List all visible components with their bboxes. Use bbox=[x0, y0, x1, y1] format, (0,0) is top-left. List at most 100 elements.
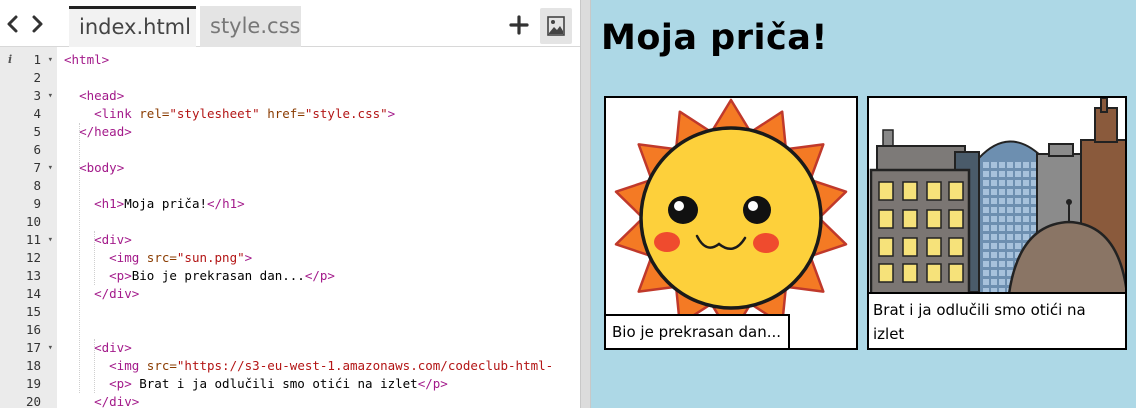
code-line[interactable]: <img src="sun.png"> bbox=[64, 249, 252, 267]
line-number: 10 bbox=[0, 213, 57, 231]
chevron-left-icon[interactable] bbox=[2, 12, 24, 36]
code-token: Bio je prekrasan dan... bbox=[131, 268, 305, 283]
line-number-text: 18 bbox=[25, 358, 41, 373]
code-editor[interactable]: index.html style.css i 1 ▾ 2 3 ▾ 4 5 6 7 ▾ 8 9 10 11 ▾ 1… bbox=[0, 0, 580, 408]
line-number-text: 20 bbox=[25, 394, 41, 408]
line-number: 2 bbox=[0, 69, 57, 87]
line-number-text: 3 bbox=[33, 88, 41, 103]
line-number: 4 bbox=[0, 105, 57, 123]
code-line[interactable]: <p>Bio je prekrasan dan...</p> bbox=[64, 267, 335, 285]
line-number-text: 8 bbox=[33, 178, 41, 193]
code-token: </p> bbox=[417, 376, 448, 391]
line-number-text: 6 bbox=[33, 142, 41, 157]
line-number-text: 4 bbox=[33, 106, 41, 121]
fold-arrow-icon[interactable]: ▾ bbox=[48, 87, 53, 105]
code-line[interactable]: <head> bbox=[64, 87, 124, 105]
editor-tab-bar: index.html style.css bbox=[0, 0, 580, 47]
code-line[interactable]: <div> bbox=[64, 339, 132, 357]
indent-guide bbox=[79, 123, 81, 393]
line-number-text: 2 bbox=[33, 70, 41, 85]
plus-icon[interactable] bbox=[508, 14, 530, 36]
line-number: 9 bbox=[0, 195, 57, 213]
line-number-gutter: i 1 ▾ 2 3 ▾ 4 5 6 7 ▾ 8 9 10 11 ▾ 12 13 14 15 16 17 ▾ 18 19 20 bbox=[0, 47, 57, 408]
line-number-text: 11 bbox=[25, 232, 41, 247]
line-number: 18 bbox=[0, 357, 57, 375]
line-number: 16 bbox=[0, 321, 57, 339]
line-number: i 1 ▾ bbox=[0, 51, 57, 69]
code-line[interactable]: <body> bbox=[64, 159, 124, 177]
code-token: <div> bbox=[94, 232, 132, 247]
info-marker-icon[interactable]: i bbox=[8, 51, 12, 69]
line-number: 5 bbox=[0, 123, 57, 141]
code-token: <head> bbox=[79, 88, 125, 103]
line-number: 12 bbox=[0, 249, 57, 267]
code-token: <link bbox=[94, 106, 140, 121]
code-token: "https://s3-eu-west-1.amazonaws.com/code… bbox=[176, 358, 554, 373]
line-number: 17 ▾ bbox=[0, 339, 57, 357]
line-number-text: 13 bbox=[25, 268, 41, 283]
panel-caption: Brat i ja odlučili smo otići na izlet bbox=[869, 292, 1125, 348]
code-token: src= bbox=[146, 250, 177, 265]
pane-splitter[interactable] bbox=[580, 0, 591, 408]
code-area[interactable]: <html> <head> <link rel="stylesheet" hre… bbox=[57, 47, 580, 408]
code-token: > bbox=[387, 106, 396, 121]
code-line[interactable]: </head> bbox=[64, 123, 132, 141]
code-token: </h1> bbox=[207, 196, 245, 211]
sun-illustration bbox=[614, 98, 848, 338]
line-number: 19 bbox=[0, 375, 57, 393]
line-number-text: 15 bbox=[25, 304, 41, 319]
line-number-text: 7 bbox=[33, 160, 41, 175]
code-line[interactable]: <div> bbox=[64, 231, 132, 249]
preview-heading: Moja priča! bbox=[601, 18, 828, 58]
code-line[interactable]: <p> Brat i ja odlučili smo otići na izle… bbox=[64, 375, 448, 393]
code-token: </head> bbox=[79, 124, 132, 139]
code-token: <p> bbox=[109, 268, 132, 283]
code-token: <body> bbox=[79, 160, 125, 175]
indent-guide bbox=[94, 339, 96, 393]
code-token: "sun.png" bbox=[176, 250, 245, 265]
line-number: 13 bbox=[0, 267, 57, 285]
chevron-right-icon[interactable] bbox=[26, 12, 48, 36]
line-number: 20 bbox=[0, 393, 57, 408]
line-number-text: 5 bbox=[33, 124, 41, 139]
code-token: src= bbox=[146, 358, 177, 373]
code-token: Moja priča! bbox=[124, 196, 208, 211]
code-line[interactable]: </div> bbox=[64, 393, 139, 408]
line-number: 3 ▾ bbox=[0, 87, 57, 105]
line-number-text: 10 bbox=[25, 214, 41, 229]
code-token: "style.css" bbox=[304, 106, 388, 121]
fold-arrow-icon[interactable]: ▾ bbox=[48, 159, 53, 177]
fold-arrow-icon[interactable]: ▾ bbox=[48, 339, 53, 357]
line-number: 8 bbox=[0, 177, 57, 195]
fold-arrow-icon[interactable]: ▾ bbox=[48, 231, 53, 249]
code-line[interactable]: <h1>Moja priča!</h1> bbox=[64, 195, 245, 213]
line-number: 6 bbox=[0, 141, 57, 159]
code-line[interactable]: <link rel="stylesheet" href="style.css"> bbox=[64, 105, 395, 123]
code-token: Brat i ja odlučili smo otići na izlet bbox=[131, 376, 418, 391]
code-token: > bbox=[244, 250, 253, 265]
story-panel-1: Bio je prekrasan dan... bbox=[604, 96, 858, 350]
code-token: href= bbox=[267, 106, 305, 121]
image-button[interactable] bbox=[540, 8, 572, 44]
image-icon bbox=[547, 16, 565, 36]
fold-arrow-icon[interactable]: ▾ bbox=[48, 51, 53, 69]
code-line[interactable]: <img src="https://s3-eu-west-1.amazonaws… bbox=[64, 357, 553, 375]
indent-guide bbox=[94, 231, 96, 285]
line-number: 7 ▾ bbox=[0, 159, 57, 177]
code-token: <div> bbox=[94, 340, 132, 355]
line-number-text: 19 bbox=[25, 376, 41, 391]
code-line[interactable]: <html> bbox=[64, 51, 109, 69]
panel-caption: Bio je prekrasan dan... bbox=[606, 314, 790, 348]
line-number-text: 12 bbox=[25, 250, 41, 265]
code-token: rel= bbox=[139, 106, 170, 121]
line-number-text: 16 bbox=[25, 322, 41, 337]
code-token: "stylesheet" bbox=[169, 106, 260, 121]
line-number-text: 17 bbox=[25, 340, 41, 355]
line-number: 14 bbox=[0, 285, 57, 303]
line-number: 11 ▾ bbox=[0, 231, 57, 249]
code-line[interactable]: </div> bbox=[64, 285, 139, 303]
tab-style-css[interactable]: style.css bbox=[200, 6, 301, 47]
code-token: <p> bbox=[109, 376, 132, 391]
tab-index-html[interactable]: index.html bbox=[69, 6, 196, 47]
line-number-text: 14 bbox=[25, 286, 41, 301]
